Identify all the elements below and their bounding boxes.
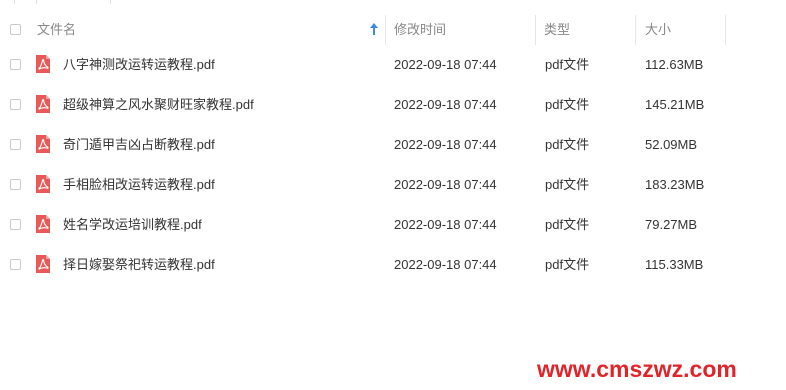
file-row[interactable]: 奇门遁甲吉凶占断教程.pdf 2022-09-18 07:44 pdf文件 52… xyxy=(0,125,786,165)
select-all-checkbox[interactable] xyxy=(10,24,21,35)
column-header-type[interactable]: 类型 xyxy=(544,15,570,45)
arrow-up-icon[interactable] xyxy=(368,22,380,36)
file-row[interactable]: 姓名学改运培训教程.pdf 2022-09-18 07:44 pdf文件 79.… xyxy=(0,205,786,245)
column-divider[interactable] xyxy=(635,15,636,45)
file-modified-time: 2022-09-18 07:44 xyxy=(394,257,497,272)
column-divider[interactable] xyxy=(535,15,536,45)
pdf-file-icon xyxy=(36,215,50,233)
file-row[interactable]: 超级神算之风水聚财旺家教程.pdf 2022-09-18 07:44 pdf文件… xyxy=(0,85,786,125)
divider xyxy=(36,0,37,4)
file-size: 183.23MB xyxy=(645,177,705,192)
file-name[interactable]: 八字神测改运转运教程.pdf xyxy=(63,45,215,85)
file-type: pdf文件 xyxy=(545,57,590,72)
column-divider[interactable] xyxy=(725,15,726,45)
row-checkbox[interactable] xyxy=(10,99,21,110)
pdf-file-icon xyxy=(36,135,50,153)
row-checkbox[interactable] xyxy=(10,139,21,150)
column-header-name[interactable]: 文件名 xyxy=(37,15,76,45)
file-size: 52.09MB xyxy=(645,137,698,152)
file-row[interactable]: 择日嫁娶祭祀转运教程.pdf 2022-09-18 07:44 pdf文件 11… xyxy=(0,245,786,285)
toolbar-remnant xyxy=(0,0,786,6)
row-checkbox[interactable] xyxy=(10,219,21,230)
divider xyxy=(14,0,15,4)
file-modified-time: 2022-09-18 07:44 xyxy=(394,97,497,112)
pdf-file-icon xyxy=(36,255,50,273)
divider xyxy=(110,0,111,4)
file-size: 115.33MB xyxy=(645,257,704,272)
file-name[interactable]: 手相脸相改运转运教程.pdf xyxy=(63,165,215,205)
file-type: pdf文件 xyxy=(545,137,590,152)
file-name[interactable]: 择日嫁娶祭祀转运教程.pdf xyxy=(63,245,215,285)
watermark: www.cmszwz.com xyxy=(537,356,737,382)
file-list-header: 文件名 修改时间 类型 大小 xyxy=(0,15,786,45)
pdf-file-icon xyxy=(36,175,50,193)
file-type: pdf文件 xyxy=(545,177,590,192)
pdf-file-icon xyxy=(36,55,50,73)
file-type: pdf文件 xyxy=(545,257,590,272)
file-name[interactable]: 姓名学改运培训教程.pdf xyxy=(63,205,202,245)
file-name[interactable]: 超级神算之风水聚财旺家教程.pdf xyxy=(63,85,254,125)
file-size: 112.63MB xyxy=(645,57,704,72)
file-row[interactable]: 八字神测改运转运教程.pdf 2022-09-18 07:44 pdf文件 11… xyxy=(0,45,786,85)
file-modified-time: 2022-09-18 07:44 xyxy=(394,177,497,192)
file-name[interactable]: 奇门遁甲吉凶占断教程.pdf xyxy=(63,125,215,165)
file-size: 145.21MB xyxy=(645,97,705,112)
file-modified-time: 2022-09-18 07:44 xyxy=(394,217,497,232)
file-type: pdf文件 xyxy=(545,97,590,112)
row-checkbox[interactable] xyxy=(10,259,21,270)
column-divider[interactable] xyxy=(385,15,386,45)
row-checkbox[interactable] xyxy=(10,59,21,70)
file-modified-time: 2022-09-18 07:44 xyxy=(394,57,497,72)
pdf-file-icon xyxy=(36,95,50,113)
column-header-modified[interactable]: 修改时间 xyxy=(394,15,446,45)
row-checkbox[interactable] xyxy=(10,179,21,190)
column-header-size[interactable]: 大小 xyxy=(645,15,671,45)
file-type: pdf文件 xyxy=(545,217,590,232)
file-size: 79.27MB xyxy=(645,217,698,232)
file-modified-time: 2022-09-18 07:44 xyxy=(394,137,497,152)
file-row[interactable]: 手相脸相改运转运教程.pdf 2022-09-18 07:44 pdf文件 18… xyxy=(0,165,786,205)
